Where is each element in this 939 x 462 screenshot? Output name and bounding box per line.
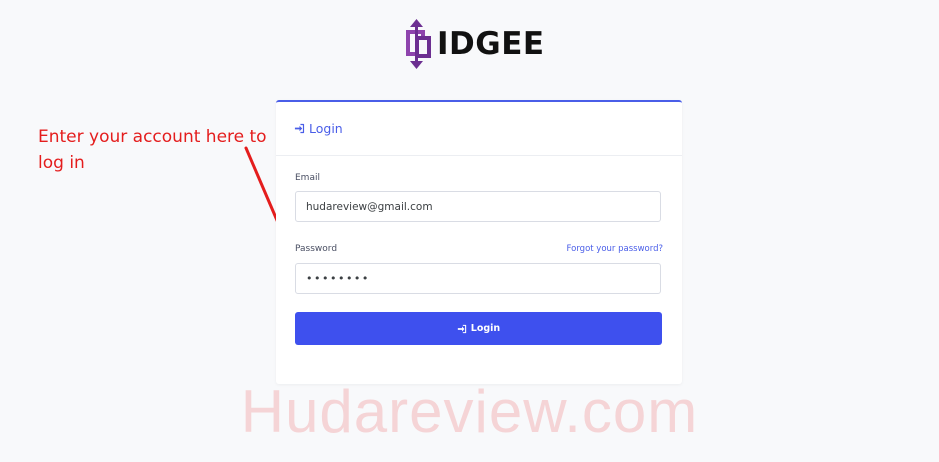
password-field[interactable] (295, 263, 661, 294)
brand-name: IDGEE (437, 25, 545, 62)
login-button-label: Login (470, 323, 501, 334)
instruction-annotation: Enter your account here to log in (38, 127, 267, 173)
login-card-title: Login (309, 121, 343, 136)
login-card: Login Email Password Forgot your passwor… (276, 100, 682, 384)
sign-in-icon (457, 324, 467, 334)
watermark: Hudareview.com (240, 378, 699, 445)
sign-in-icon (294, 123, 305, 134)
password-label: Password (295, 244, 338, 254)
brand-logo[interactable]: IDGEE (404, 19, 545, 69)
email-field[interactable] (295, 191, 661, 222)
forgot-password-link[interactable]: Forgot your password? (567, 244, 663, 254)
login-card-header: Login (276, 102, 682, 156)
email-label: Email (295, 173, 320, 183)
login-button[interactable]: Login (295, 312, 662, 345)
purple-arrow-logo-icon (404, 19, 436, 69)
